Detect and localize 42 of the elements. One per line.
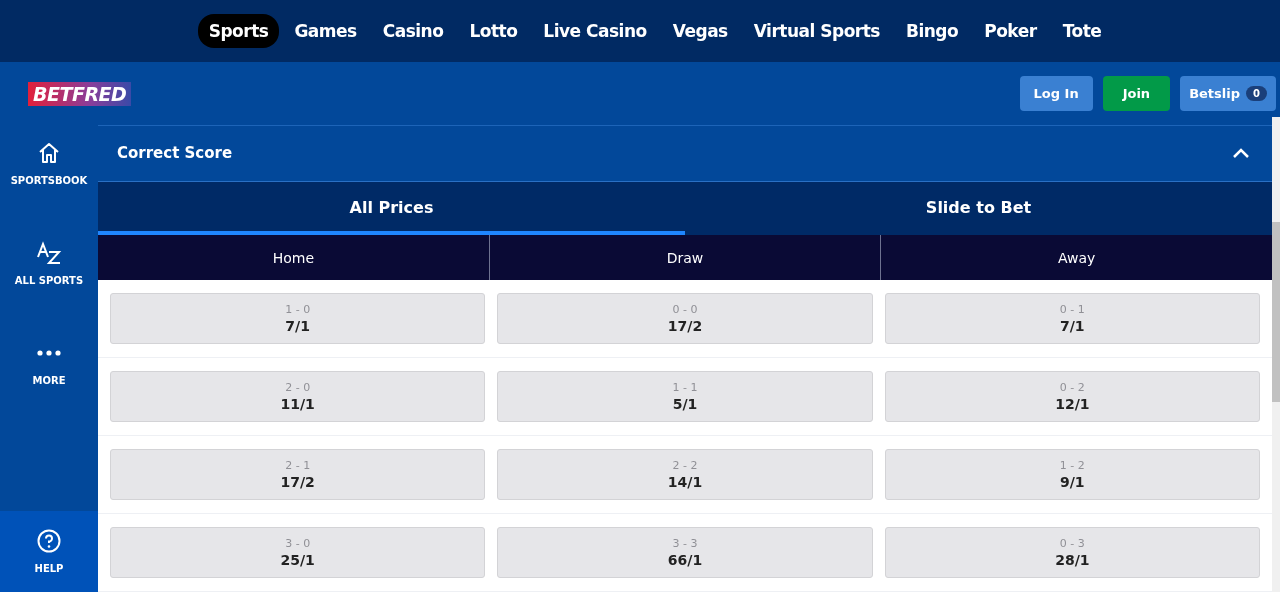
odds-button[interactable]: 2 - 0 11/1 (110, 371, 486, 422)
sidebar-item[interactable]: SPORTSBOOK (0, 141, 98, 213)
odds-button[interactable]: 3 - 0 25/1 (110, 527, 486, 578)
a-to-z-icon (36, 241, 62, 265)
odds-button[interactable]: 1 - 0 7/1 (110, 293, 486, 344)
sidebar-item[interactable]: ALL SPORTS (0, 241, 98, 313)
column-header: Home (271, 248, 315, 268)
odds-button[interactable]: 2 - 2 14/1 (497, 449, 873, 500)
market-header[interactable]: Correct Score (98, 125, 1272, 182)
column-header: Draw (488, 235, 881, 280)
nav-tab[interactable]: Bingo (895, 14, 970, 48)
nav-tab[interactable]: Virtual Sports (742, 14, 891, 48)
betslip-button[interactable]: Betslip 0 (1180, 76, 1276, 111)
odds-button[interactable]: 1 - 2 9/1 (884, 449, 1260, 500)
odds-button[interactable]: 0 - 2 12/1 (884, 371, 1260, 422)
odds-button[interactable]: 3 - 3 66/1 (497, 527, 873, 578)
nav-tab[interactable]: Live Casino (532, 14, 658, 48)
nav-tab[interactable]: Tote (1051, 14, 1113, 48)
odds-button[interactable]: 1 - 1 5/1 (497, 371, 873, 422)
market-tab[interactable]: Slide to Bet (685, 181, 1272, 236)
odds-button[interactable]: 0 - 3 28/1 (884, 527, 1260, 578)
sidebar-item[interactable]: MORE (0, 341, 98, 413)
odds-button[interactable]: 0 - 0 17/2 (497, 293, 873, 344)
nav-tab[interactable]: Sports (197, 14, 280, 48)
join-button[interactable]: Join (1102, 76, 1171, 111)
help-icon (37, 529, 61, 553)
odds-button[interactable]: 0 - 1 7/1 (884, 293, 1260, 344)
nav-tab[interactable]: Casino (371, 14, 455, 48)
nav-tab[interactable]: Poker (973, 14, 1048, 48)
logo[interactable]: BETFRED (28, 81, 132, 106)
home-icon (37, 141, 61, 165)
chevron-up-icon[interactable] (1232, 147, 1250, 160)
nav-tab[interactable]: Games (283, 14, 368, 48)
odds-button[interactable]: 2 - 1 17/2 (110, 449, 486, 500)
login-button[interactable]: Log In (1019, 76, 1093, 111)
market-title: Correct Score (117, 144, 233, 163)
more-dots-icon (37, 350, 61, 356)
betslip-count-badge: 0 (1246, 86, 1267, 101)
nav-tab[interactable]: Vegas (661, 14, 739, 48)
help-button[interactable]: HELP (0, 511, 98, 592)
nav-tab[interactable]: Lotto (458, 14, 529, 48)
scrollbar[interactable] (1272, 117, 1280, 592)
